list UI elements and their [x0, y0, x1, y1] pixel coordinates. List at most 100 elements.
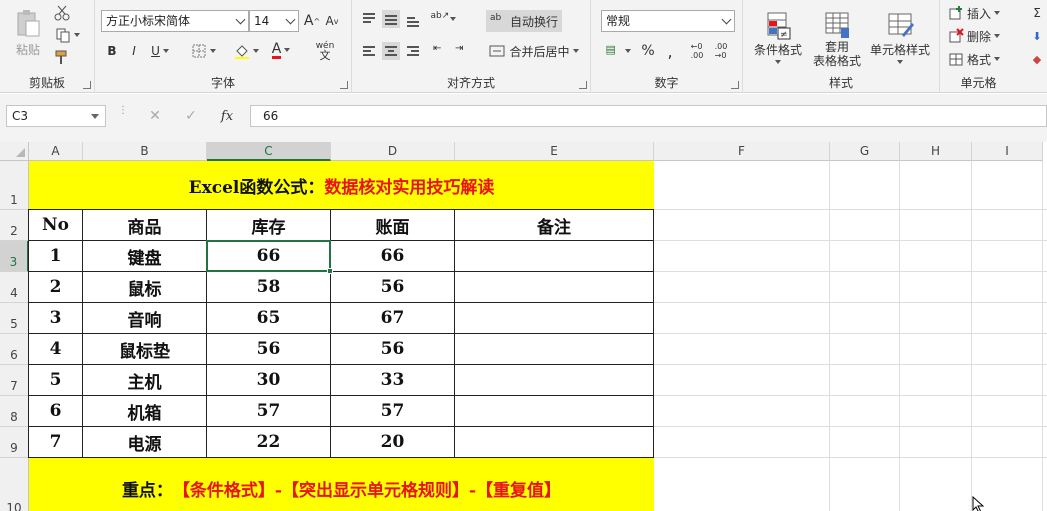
alignment-launcher-icon[interactable] — [579, 81, 587, 89]
insert-button[interactable]: 插入 — [948, 4, 1012, 22]
decrease-decimal-button[interactable]: .00 →0 — [711, 42, 731, 60]
grow-font-button[interactable]: A ^ — [303, 12, 321, 30]
row-header-10[interactable]: 10 — [0, 458, 29, 511]
fill-handle[interactable] — [327, 268, 333, 274]
data-cell[interactable]: 56 — [331, 272, 455, 303]
insert-function-button[interactable]: fx — [216, 107, 238, 125]
column-header-f[interactable]: F — [654, 142, 830, 161]
column-header-d[interactable]: D — [331, 142, 455, 161]
header-cell[interactable]: 库存 — [207, 210, 331, 241]
clipboard-launcher-icon[interactable] — [83, 81, 91, 89]
font-name-select[interactable]: 方正小标宋简体 — [101, 10, 249, 32]
row-header-6[interactable]: 6 — [0, 334, 29, 365]
data-cell[interactable]: 30 — [207, 365, 331, 396]
data-cell[interactable]: 5 — [29, 365, 83, 396]
select-all-button[interactable] — [0, 142, 29, 161]
cell-styles-button[interactable]: 单元格样式 — [867, 4, 933, 70]
data-cell[interactable] — [455, 396, 654, 427]
column-header-b[interactable]: B — [83, 142, 207, 161]
conditional-formatting-button[interactable]: ≠ 条件格式 — [749, 4, 807, 70]
comma-style-button[interactable]: , — [661, 42, 679, 61]
clear-icon[interactable]: ◆ — [1030, 52, 1044, 66]
data-cell[interactable]: 键盘 — [83, 241, 207, 272]
header-cell[interactable]: 商品 — [83, 210, 207, 241]
row-header-2[interactable]: 2 — [0, 210, 29, 241]
align-right-button[interactable] — [404, 42, 422, 60]
phonetic-button[interactable]: wén 文 — [309, 40, 341, 62]
data-cell[interactable] — [455, 334, 654, 365]
decrease-indent-button[interactable]: ⇤ — [432, 42, 450, 60]
data-cell[interactable] — [455, 365, 654, 396]
column-header-h[interactable]: H — [900, 142, 972, 161]
data-cell[interactable]: 7 — [29, 427, 83, 458]
data-cell[interactable]: 22 — [207, 427, 331, 458]
data-cell[interactable]: 66 — [207, 241, 331, 272]
confirm-entry-button[interactable]: ✓ — [180, 107, 202, 125]
data-cell[interactable] — [455, 427, 654, 458]
data-cell[interactable]: 主机 — [83, 365, 207, 396]
data-cell[interactable] — [455, 241, 654, 272]
align-middle-button[interactable] — [382, 10, 400, 28]
column-header-i[interactable]: I — [972, 142, 1043, 161]
row-header-1[interactable]: 1 — [0, 161, 29, 210]
name-box[interactable]: C3 — [6, 105, 106, 127]
number-launcher-icon[interactable] — [731, 81, 739, 89]
data-cell[interactable]: 58 — [207, 272, 331, 303]
italic-button[interactable]: I — [125, 42, 143, 60]
data-cell[interactable]: 2 — [29, 272, 83, 303]
header-cell[interactable]: 账面 — [331, 210, 455, 241]
merge-center-button[interactable]: 合并后居中 — [486, 40, 582, 62]
data-cell[interactable]: 56 — [331, 334, 455, 365]
fill-down-icon[interactable]: ⬇ — [1030, 29, 1044, 43]
format-painter-button[interactable] — [52, 49, 72, 65]
font-launcher-icon[interactable] — [340, 81, 348, 89]
copy-button[interactable] — [52, 27, 82, 43]
column-header-e[interactable]: E — [455, 142, 654, 161]
data-cell[interactable] — [455, 272, 654, 303]
data-cell[interactable]: 3 — [29, 303, 83, 334]
shrink-font-button[interactable]: Av — [323, 12, 341, 30]
title-cell[interactable]: Excel函数公式： 数据核对实用技巧解读 — [29, 161, 654, 210]
data-cell[interactable]: 4 — [29, 334, 83, 365]
accounting-format-button[interactable]: ▤ — [603, 42, 633, 60]
percent-button[interactable]: % — [639, 42, 657, 60]
row-header-5[interactable]: 5 — [0, 303, 29, 334]
cancel-entry-button[interactable]: ✕ — [144, 107, 166, 125]
bold-button[interactable]: B — [103, 42, 121, 60]
paste-button[interactable]: 粘贴 — [8, 4, 48, 62]
row-header-7[interactable]: 7 — [0, 365, 29, 396]
data-cell[interactable]: 鼠标 — [83, 272, 207, 303]
data-cell[interactable]: 20 — [331, 427, 455, 458]
delete-button[interactable]: 删除 — [948, 27, 1012, 45]
row-header-8[interactable]: 8 — [0, 396, 29, 427]
cut-button[interactable] — [52, 5, 72, 21]
orientation-button[interactable]: ab↗ — [426, 10, 460, 28]
underline-button[interactable]: U — [147, 42, 173, 60]
data-cell[interactable]: 音响 — [83, 303, 207, 334]
data-cell[interactable]: 57 — [207, 396, 331, 427]
data-cell[interactable]: 鼠标垫 — [83, 334, 207, 365]
format-as-table-button[interactable]: 套用 表格格式 — [809, 4, 865, 74]
data-cell[interactable]: 33 — [331, 365, 455, 396]
worksheet-grid[interactable]: ABCDEFGHI 1 2 3 4 5 6 7 8 9 10 Excel函数公式： 数据核对实用技巧… — [0, 142, 1047, 511]
data-cell[interactable]: 电源 — [83, 427, 207, 458]
borders-button[interactable] — [189, 42, 217, 60]
data-cell[interactable]: 57 — [331, 396, 455, 427]
formula-input[interactable]: 66 — [250, 105, 1047, 127]
column-header-g[interactable]: G — [830, 142, 900, 161]
autosum-icon[interactable]: Σ — [1030, 6, 1044, 20]
column-header-a[interactable]: A — [29, 142, 83, 161]
font-color-button[interactable]: A — [265, 40, 297, 60]
data-cell[interactable] — [455, 303, 654, 334]
data-cell[interactable]: 机箱 — [83, 396, 207, 427]
column-header-c[interactable]: C — [207, 142, 331, 161]
format-button[interactable]: 格式 — [948, 50, 1012, 68]
align-center-button[interactable] — [382, 42, 400, 60]
increase-decimal-button[interactable]: ←0.00 — [687, 42, 707, 60]
row-header-4[interactable]: 4 — [0, 272, 29, 303]
header-cell[interactable]: 备注 — [455, 210, 654, 241]
footer-cell[interactable]: 重点： 【条件格式】-【突出显示单元格规则】-【重复值】 — [29, 458, 654, 511]
align-top-button[interactable] — [360, 10, 378, 28]
header-cell[interactable]: No — [29, 210, 83, 241]
number-format-select[interactable]: 常规 — [601, 10, 735, 32]
